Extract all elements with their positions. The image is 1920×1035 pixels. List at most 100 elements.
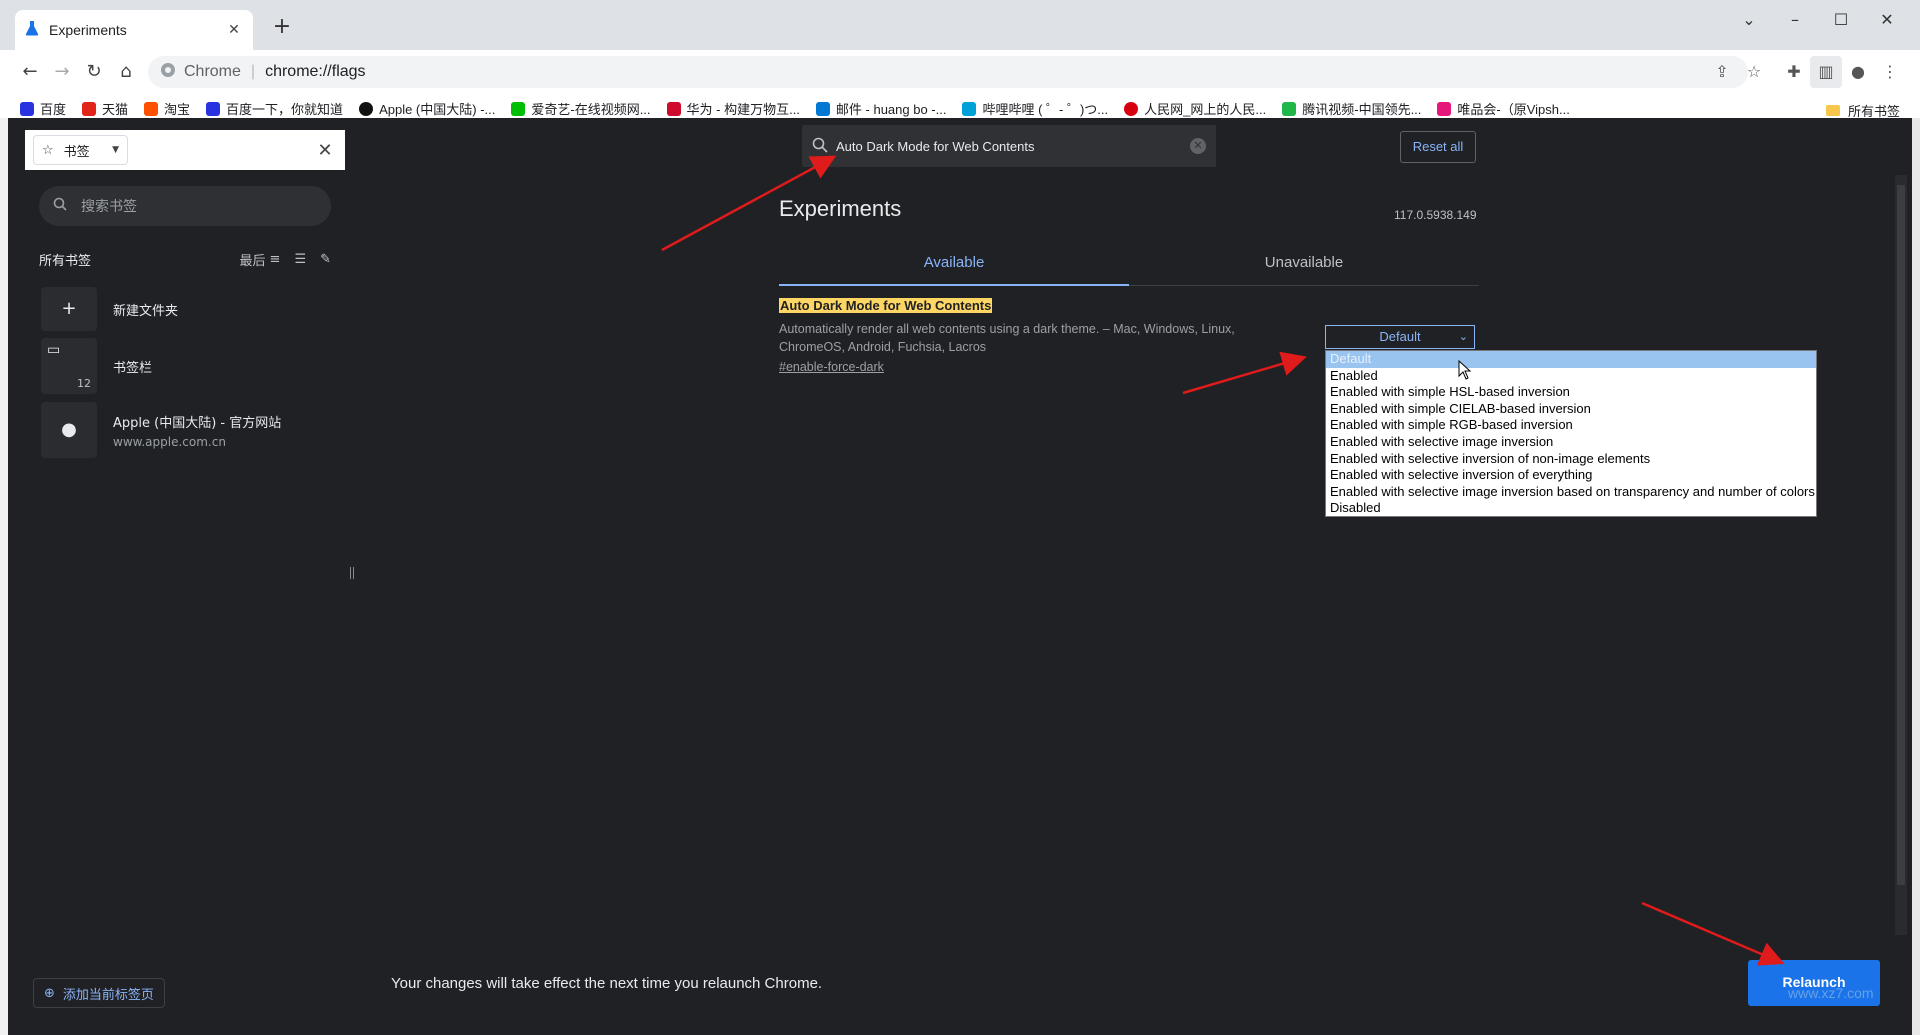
sort-icon: ≡ bbox=[269, 251, 281, 267]
folder-icon bbox=[1825, 105, 1840, 116]
favicon-icon bbox=[359, 101, 374, 116]
bookmark-item[interactable]: 天猫 bbox=[82, 99, 128, 118]
minimize-button[interactable]: – bbox=[1772, 6, 1818, 36]
close-icon[interactable]: ✕ bbox=[313, 140, 337, 161]
bookmarks-side-panel: ☆ 书签 ▼ ✕ 搜索书签 所有书签 最后 ≡ ☰ ✎ + 新建文件夹 ▭ 12… bbox=[25, 130, 345, 1015]
new-tab-button[interactable]: + bbox=[268, 14, 296, 42]
watermark: www.xz7.com bbox=[1788, 985, 1874, 1001]
folder-icon: ▭ 12 bbox=[41, 338, 97, 394]
flags-search-input[interactable]: Auto Dark Mode for Web Contents ✕ bbox=[802, 125, 1216, 167]
search-icon bbox=[812, 137, 828, 156]
flag-description: Automatically render all web contents us… bbox=[779, 322, 1235, 354]
back-icon[interactable]: ← bbox=[14, 56, 46, 88]
sort-button[interactable]: 最后 ≡ bbox=[240, 250, 281, 269]
favicon-icon bbox=[511, 101, 526, 116]
panel-resize-handle[interactable] bbox=[350, 567, 354, 579]
dropdown-option[interactable]: Enabled bbox=[1326, 368, 1816, 385]
mouse-cursor-icon bbox=[1458, 359, 1472, 384]
bookmark-item[interactable]: 爱奇艺-在线视频网... bbox=[511, 99, 651, 118]
dropdown-option[interactable]: Disabled bbox=[1326, 500, 1816, 517]
tab-title: Experiments bbox=[49, 22, 127, 38]
active-tab-indicator bbox=[779, 284, 1129, 286]
forward-icon[interactable]: → bbox=[46, 56, 78, 88]
dropdown-option[interactable]: Enabled with selective inversion of non-… bbox=[1326, 451, 1816, 468]
bookmark-item[interactable]: 邮件 - huang bo -... bbox=[815, 99, 946, 118]
window-edge bbox=[1912, 118, 1920, 1035]
home-icon[interactable]: ⌂ bbox=[110, 56, 142, 88]
favicon-icon bbox=[962, 101, 977, 116]
dropdown-option[interactable]: Enabled with selective image inversion bbox=[1326, 434, 1816, 451]
side-panel-selector[interactable]: ☆ 书签 ▼ bbox=[33, 135, 128, 165]
bookmarks-bar-folder[interactable]: ▭ 12 书签栏 bbox=[41, 338, 341, 394]
bookmark-item[interactable]: Apple (中国大陆) -... bbox=[359, 99, 495, 118]
flag-state-select[interactable]: Default ⌄ bbox=[1325, 325, 1475, 349]
bookmark-item[interactable]: 淘宝 bbox=[144, 99, 190, 118]
add-current-tab-button[interactable]: ⊕ 添加当前标签页 bbox=[33, 978, 165, 1008]
window-edge bbox=[0, 118, 8, 1035]
profile-icon[interactable]: ● bbox=[1842, 56, 1874, 88]
extensions-icon[interactable]: ✚ bbox=[1778, 56, 1810, 88]
favicon-icon bbox=[206, 101, 221, 116]
clear-search-icon[interactable]: ✕ bbox=[1190, 138, 1206, 154]
favicon-icon bbox=[1437, 101, 1452, 116]
favicon-icon bbox=[1282, 101, 1297, 116]
favicon-icon bbox=[815, 101, 830, 116]
version-label: 117.0.5938.149 bbox=[1394, 208, 1477, 222]
favicon-icon bbox=[144, 101, 159, 116]
share-icon[interactable]: ⇪ bbox=[1706, 56, 1738, 88]
new-folder-item[interactable]: + 新建文件夹 bbox=[41, 287, 341, 331]
favicon-icon bbox=[666, 101, 681, 116]
dropdown-option[interactable]: Enabled with selective inversion of ever… bbox=[1326, 467, 1816, 484]
bookmark-item[interactable]: 百度一下，你就知道 bbox=[206, 99, 343, 118]
bookmark-item[interactable]: 人民网_网上的人民... bbox=[1124, 99, 1266, 118]
bookmark-item[interactable]: 百度 bbox=[20, 99, 66, 118]
side-panel-icon[interactable]: ▥ bbox=[1810, 56, 1842, 88]
toolbar: ← → ↻ ⌂ Chrome | chrome://flags ⇪ ☆ ✚ ▥ … bbox=[0, 50, 1920, 94]
star-icon[interactable]: ☆ bbox=[1738, 56, 1770, 88]
search-icon bbox=[53, 197, 67, 215]
dropdown-option[interactable]: Enabled with simple CIELAB-based inversi… bbox=[1326, 401, 1816, 418]
bookmark-item[interactable]: 唯品会-（原Vipsh... bbox=[1437, 99, 1570, 118]
dropdown-option[interactable]: Enabled with simple RGB-based inversion bbox=[1326, 417, 1816, 434]
caret-down-icon: ▼ bbox=[112, 145, 119, 155]
omnibox-separator: | bbox=[250, 63, 256, 80]
star-icon: ☆ bbox=[42, 142, 54, 158]
list-view-icon[interactable]: ☰ bbox=[294, 252, 306, 267]
omnibox-site-label: Chrome bbox=[184, 63, 241, 80]
omnibox-url[interactable]: chrome://flags bbox=[265, 63, 365, 81]
side-panel-header: ☆ 书签 ▼ ✕ bbox=[25, 130, 345, 170]
dropdown-option[interactable]: Enabled with simple HSL-based inversion bbox=[1326, 384, 1816, 401]
bookmark-item[interactable]: 腾讯视频-中国领先... bbox=[1282, 99, 1421, 118]
window-close-button[interactable]: ✕ bbox=[1864, 6, 1910, 36]
scrollbar-thumb[interactable] bbox=[1897, 185, 1905, 885]
dropdown-option[interactable]: Enabled with selective image inversion b… bbox=[1326, 484, 1816, 501]
title-bar: Experiments ✕ + ⌄ – ☐ ✕ bbox=[0, 0, 1920, 50]
flask-icon bbox=[25, 20, 39, 40]
tab-unavailable[interactable]: Unavailable bbox=[1129, 254, 1479, 271]
tab-available[interactable]: Available bbox=[779, 254, 1129, 271]
bookmark-item[interactable]: 华为 - 构建万物互... bbox=[666, 99, 800, 118]
edit-icon[interactable]: ✎ bbox=[320, 252, 331, 267]
chevron-down-icon: ⌄ bbox=[1458, 331, 1468, 343]
chrome-icon bbox=[160, 62, 176, 83]
dropdown-option[interactable]: Default bbox=[1326, 351, 1816, 368]
close-tab-icon[interactable]: ✕ bbox=[225, 22, 243, 38]
flag-anchor-link[interactable]: #enable-force-dark bbox=[779, 360, 884, 374]
apple-bookmark[interactable]: ● Apple (中国大陆) - 官方网站 www.apple.com.cn bbox=[41, 402, 341, 458]
reset-all-button[interactable]: Reset all bbox=[1400, 131, 1476, 163]
flag-options-dropdown: Default Enabled Enabled with simple HSL-… bbox=[1325, 350, 1817, 517]
tab-search-icon[interactable]: ⌄ bbox=[1726, 6, 1772, 36]
flag-name: Auto Dark Mode for Web Contents bbox=[779, 298, 993, 313]
favicon-icon bbox=[20, 101, 34, 116]
all-bookmarks-row: 所有书签 最后 ≡ ☰ ✎ bbox=[39, 250, 331, 269]
maximize-button[interactable]: ☐ bbox=[1818, 6, 1864, 36]
favicon-icon bbox=[82, 101, 97, 116]
bookmark-search-input[interactable]: 搜索书签 bbox=[39, 186, 331, 226]
add-circle-icon: ⊕ bbox=[44, 985, 55, 1001]
bookmark-item[interactable]: 哔哩哔哩 ( ゜- ゜)つ... bbox=[962, 99, 1108, 118]
reload-icon[interactable]: ↻ bbox=[78, 56, 110, 88]
favicon-icon bbox=[1124, 101, 1139, 116]
tab-experiments[interactable]: Experiments ✕ bbox=[15, 10, 253, 50]
address-bar[interactable]: Chrome | chrome://flags bbox=[148, 56, 1748, 88]
menu-icon[interactable]: ⋮ bbox=[1874, 56, 1906, 88]
